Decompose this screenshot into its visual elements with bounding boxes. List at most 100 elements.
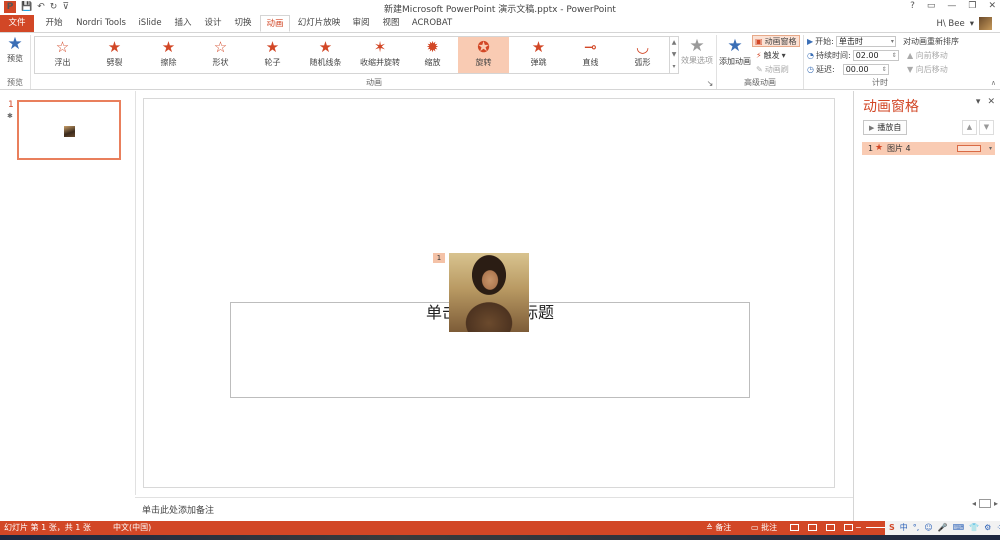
animation-shrink-and-turn[interactable]: ✶ 收缩并旋转 — [351, 37, 409, 73]
pane-scroll-left-icon[interactable]: ◂ — [972, 499, 976, 508]
move-up-icon[interactable]: ▲ — [962, 120, 977, 135]
start-select[interactable]: 单击时 ▾ — [835, 35, 896, 47]
preview-button[interactable]: ★ 预览 — [3, 35, 27, 64]
gallery-more-icon[interactable]: ▾ — [670, 61, 678, 73]
notes-placeholder[interactable]: 单击此处添加备注 — [142, 503, 214, 516]
tab-islide[interactable]: iSlide — [134, 15, 166, 32]
animation-zoom[interactable]: ✹ 缩放 — [405, 37, 460, 73]
tab-slideshow[interactable]: 幻灯片放映 — [294, 15, 344, 32]
animation-bounce[interactable]: ★ 弹跳 — [511, 37, 566, 73]
help-button[interactable]: ? — [910, 1, 915, 11]
minimize-button[interactable]: — — [947, 1, 956, 11]
ribbon-divider — [716, 35, 717, 89]
close-button[interactable]: ✕ — [988, 1, 996, 11]
delay-spinner-icon[interactable]: ⇕ — [882, 65, 887, 74]
ime-more-icon[interactable]: ⁘ — [996, 521, 1000, 535]
zoom-out-icon[interactable]: − — [855, 521, 862, 535]
tab-insert[interactable]: 插入 — [170, 15, 196, 32]
language-indicator[interactable]: 中文(中国) — [113, 521, 151, 535]
animation-shape[interactable]: ☆ 形状 — [193, 37, 248, 73]
restore-button[interactable]: ❐ — [968, 1, 976, 11]
move-earlier-icon: ▲ — [907, 51, 916, 60]
animation-painter-icon: ✎ — [756, 64, 763, 74]
gallery-down-icon[interactable]: ▼ — [670, 49, 678, 61]
ime-voice-icon[interactable]: 🎤 — [938, 521, 948, 535]
gallery-up-icon[interactable]: ▲ — [670, 37, 678, 49]
delay-input[interactable]: 00.00 ⇕ — [842, 63, 889, 75]
animation-split[interactable]: ★ 劈裂 — [87, 37, 142, 73]
sogou-logo-icon: S — [889, 523, 895, 532]
slide-sorter-icon[interactable] — [808, 524, 817, 531]
user-dropdown-icon: ▾ — [969, 18, 974, 29]
animation-random-bars[interactable]: ★ 随机线条 — [298, 37, 353, 73]
gallery-scroll[interactable]: ▲ ▼ ▾ — [670, 36, 679, 74]
tab-acrobat[interactable]: ACROBAT — [408, 15, 456, 32]
pane-close-icon[interactable]: ✕ — [987, 97, 995, 107]
pane-options-icon[interactable]: ▾ — [976, 97, 981, 107]
animation-pane-button[interactable]: ▣ 动画窗格 — [752, 35, 800, 47]
dialog-launcher-icon[interactable]: ↘ — [705, 79, 715, 88]
ime-chinese-mode-icon[interactable]: 中 — [900, 521, 908, 535]
duration-spinner-icon[interactable]: ⇕ — [892, 51, 897, 60]
tab-animations[interactable]: 动画 — [260, 15, 290, 32]
notes-pane[interactable]: 单击此处添加备注 — [135, 497, 853, 521]
tab-transitions[interactable]: 切换 — [230, 15, 256, 32]
animation-timing-bar — [957, 145, 981, 152]
animation-spin[interactable]: ✪ 旋转 — [458, 37, 509, 73]
normal-view-icon[interactable] — [790, 524, 799, 531]
tab-view[interactable]: 视图 — [378, 15, 404, 32]
animation-list-item[interactable]: 1 ★ 图片 4 ▾ — [862, 142, 995, 155]
move-later-button[interactable]: ▼ 向后移动 — [907, 64, 948, 75]
play-icon: ▶ — [869, 124, 875, 132]
animation-float-in[interactable]: ☆ 浮出 — [35, 37, 90, 73]
ime-emoji-icon[interactable]: ☺ — [924, 521, 932, 535]
ime-skin-icon[interactable]: 👕 — [969, 521, 979, 535]
move-earlier-button[interactable]: ▲ 向前移动 — [907, 50, 948, 61]
animation-wipe[interactable]: ★ 擦除 — [141, 37, 196, 73]
tab-file[interactable]: 文件 — [0, 15, 34, 32]
animation-wheel[interactable]: ★ 轮子 — [245, 37, 300, 73]
animation-item-dropdown-icon[interactable]: ▾ — [989, 142, 992, 155]
tab-home[interactable]: 开始 — [40, 15, 68, 32]
start-icon: ▶ — [807, 36, 814, 46]
tab-review[interactable]: 审阅 — [348, 15, 374, 32]
animation-order-tag[interactable]: 1 — [433, 253, 445, 263]
ribbon-display-options-button[interactable]: ▭ — [927, 1, 936, 11]
comments-toggle[interactable]: ▭ 批注 — [751, 521, 777, 535]
notes-toggle[interactable]: ≙ 备注 — [706, 521, 731, 535]
pane-scroll-thumb[interactable] — [978, 499, 991, 508]
add-animation-button[interactable]: ★ 添加动画 — [718, 36, 752, 67]
ime-punctuation-icon[interactable]: °, — [913, 521, 920, 535]
duration-input[interactable]: 02.00 ⇕ — [852, 49, 899, 61]
tab-design[interactable]: 设计 — [200, 15, 226, 32]
trigger-button[interactable]: ⚡ 触发 ▾ — [756, 49, 786, 61]
animation-painter-button[interactable]: ✎ 动画刷 — [756, 63, 789, 75]
animation-lines[interactable]: ⊸ 直线 — [563, 37, 618, 73]
play-from-button[interactable]: ▶ 播放自 — [863, 120, 908, 135]
reading-view-icon[interactable] — [826, 524, 835, 531]
move-down-icon[interactable]: ▼ — [979, 120, 994, 135]
thumbnail-picture — [64, 126, 75, 137]
user-account[interactable]: H\ Bee ▾ — [936, 17, 992, 30]
effect-options-button[interactable]: ★ 效果选项 — [680, 37, 714, 66]
reorder-title: 对动画重新排序 — [903, 37, 959, 46]
ime-keyboard-icon[interactable]: ⌨ — [953, 521, 965, 535]
add-animation-star-icon: ★ — [727, 36, 743, 56]
animation-item-number: 1 — [868, 144, 874, 153]
slideshow-view-icon[interactable] — [844, 524, 853, 531]
collapse-ribbon-icon[interactable]: ∧ — [991, 79, 996, 87]
animation-arcs[interactable]: ◡ 弧形 — [615, 37, 670, 73]
ime-toolbar: S 中 °, ☺ 🎤 ⌨ 👕 ⚙ ⁘ — [885, 521, 1000, 535]
comments-toggle-label: 批注 — [761, 523, 778, 532]
animation-painter-label: 动画刷 — [764, 64, 789, 74]
animation-label: 直线 — [582, 58, 599, 67]
window-title: 新建Microsoft PowerPoint 演示文稿.pptx - Power… — [384, 5, 616, 15]
group-label-animation: 动画 — [366, 78, 382, 87]
reorder-buttons: ▲ ▼ — [962, 120, 994, 135]
pane-scroll-right-icon[interactable]: ▸ — [994, 499, 998, 508]
slide-picture[interactable] — [449, 253, 529, 332]
tab-nordri-tools[interactable]: Nordri Tools — [72, 15, 130, 32]
play-from-label: 播放自 — [877, 123, 902, 132]
slide-thumbnail[interactable] — [17, 100, 121, 160]
ime-settings-icon[interactable]: ⚙ — [984, 521, 991, 535]
